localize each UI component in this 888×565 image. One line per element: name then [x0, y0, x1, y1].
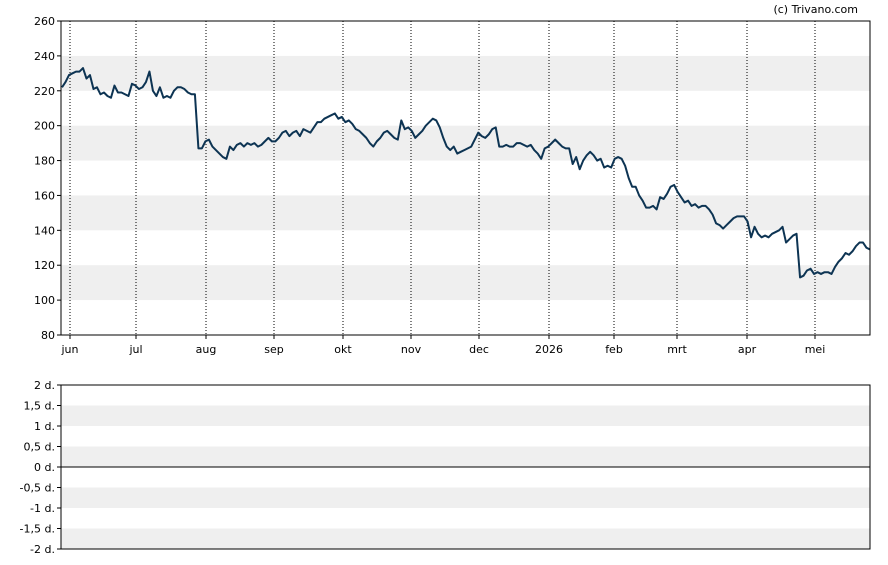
x-tick-label: nov: [401, 343, 422, 356]
y-tick-label: 240: [34, 50, 55, 63]
price-band: [61, 55, 870, 91]
price-panel: jun jul aug sep okt nov dec 2026 feb mrt apr mei 80 1…: [34, 15, 871, 356]
credit-text: (c) Trivano.com: [773, 3, 858, 16]
x-tick-label: feb: [605, 343, 623, 356]
y-tick-label: 180: [34, 155, 55, 168]
y-tick-label: 1,5 d.: [24, 400, 55, 413]
y-tick-label: 0 d.: [34, 461, 55, 474]
y-tick-label: 0,5 d.: [24, 441, 55, 454]
price-band: [61, 125, 870, 161]
y-tick-label: 260: [34, 15, 55, 28]
x-tick-label: mei: [805, 343, 826, 356]
x-tick-label: aug: [196, 343, 217, 356]
x-tick-label: okt: [334, 343, 352, 356]
y-tick-label: 140: [34, 224, 55, 237]
y-tick-label: -0,5 d.: [20, 482, 55, 495]
y-tick-label: -1 d.: [30, 502, 55, 515]
y-tick-label: 1 d.: [34, 420, 55, 433]
duration-band: [61, 405, 870, 426]
x-tick-label: sep: [264, 343, 283, 356]
duration-band: [61, 487, 870, 508]
y-tick-label: 80: [41, 329, 55, 342]
price-band: [61, 265, 870, 301]
y-tick-label: 2 d.: [34, 379, 55, 392]
y-tick-label: 120: [34, 259, 55, 272]
x-tick-label: apr: [738, 343, 757, 356]
y-tick-label: 200: [34, 120, 55, 133]
x-tick-label: jun: [61, 343, 79, 356]
y-tick-label: -1,5 d.: [20, 523, 55, 536]
chart-canvas: (c) Trivano.com jun jul aug sep okt nov dec 202…: [20, 3, 871, 556]
price-line: [61, 67, 871, 279]
x-tick-label: jul: [128, 343, 142, 356]
y-tick-label: 220: [34, 85, 55, 98]
x-tick-label: dec: [469, 343, 489, 356]
y-tick-label: 100: [34, 294, 55, 307]
duration-band: [61, 446, 870, 467]
y-tick-label: -2 d.: [30, 543, 55, 556]
x-tick-label: mrt: [667, 343, 687, 356]
x-tick-label: 2026: [535, 343, 563, 356]
duration-band: [61, 528, 870, 549]
y-tick-label: 160: [34, 189, 55, 202]
duration-panel: 2 d. 1,5 d. 1 d. 0,5 d. 0 d. -0,5 d. -1 d. -1,5…: [20, 379, 871, 556]
